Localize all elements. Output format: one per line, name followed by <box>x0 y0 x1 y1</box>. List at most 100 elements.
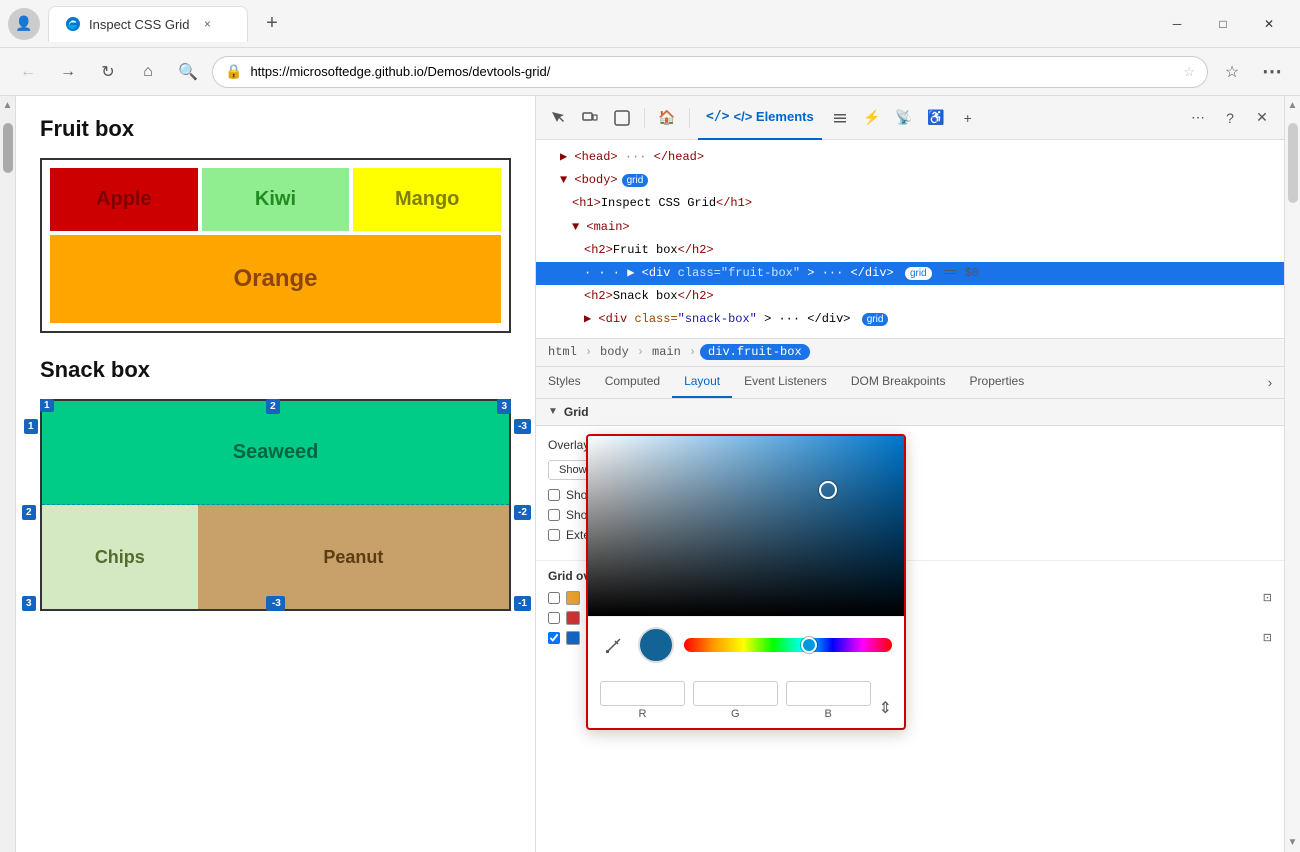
tab-computed[interactable]: Computed <box>593 366 672 398</box>
fruit-box-color-swatch[interactable] <box>566 611 580 625</box>
grid-section-header[interactable]: ▼ Grid <box>536 399 1284 426</box>
more-tools-button[interactable]: ⋯ <box>1184 104 1212 132</box>
dom-line-snack-div[interactable]: ▶ <div class="snack-box" > ··· </div> gr… <box>536 308 1284 331</box>
color-gradient-area[interactable] <box>588 436 904 616</box>
search-button[interactable]: 🔍 <box>172 56 204 88</box>
url-input[interactable] <box>250 64 1175 79</box>
color-mode-arrows[interactable]: ⇕ <box>879 698 892 718</box>
devtools-scrollbar[interactable]: ▲ ▼ <box>1284 96 1300 852</box>
grid-num-2-left: 2 <box>22 505 36 520</box>
favorites-button[interactable]: ☆ <box>1216 56 1248 88</box>
g-input-group: 99 G <box>693 681 778 720</box>
hue-thumb[interactable] <box>801 637 817 653</box>
browser-tab[interactable]: Inspect CSS Grid × <box>48 6 248 42</box>
color-picker-circle[interactable] <box>819 481 837 499</box>
grid-section-triangle: ▼ <box>548 406 558 417</box>
hue-slider-container <box>684 638 892 652</box>
breadcrumb-body[interactable]: body <box>596 344 633 360</box>
window-controls: ─ □ ✕ <box>1154 8 1292 40</box>
console-button[interactable] <box>608 104 636 132</box>
new-tab-button[interactable]: + <box>256 8 288 40</box>
chips-cell: Chips <box>42 505 198 609</box>
eyedropper-button[interactable] <box>600 631 628 659</box>
dom-line-main[interactable]: ▼ <main> <box>536 216 1284 239</box>
tabs-more-button[interactable]: › <box>1256 368 1284 396</box>
snack-box-overlay-icon[interactable]: ⊡ <box>1263 631 1272 644</box>
devtools-tabs: Styles Computed Layout Event Listeners D… <box>536 367 1284 399</box>
dt-scroll-down-arrow[interactable]: ▼ <box>1288 837 1298 848</box>
content-area: ▲ Fruit box Apple Kiwi Mango Orange Snac… <box>0 96 1300 852</box>
show-track-sizes-checkbox[interactable] <box>548 489 560 501</box>
device-toolbar-button[interactable] <box>576 104 604 132</box>
tab-event-listeners[interactable]: Event Listeners <box>732 366 839 398</box>
add-panel-button[interactable]: + <box>954 104 982 132</box>
back-button[interactable]: ← <box>12 56 44 88</box>
performance-button[interactable]: ⚡ <box>858 104 886 132</box>
left-scrollbar[interactable]: ▲ <box>0 96 16 852</box>
snack-box-color-swatch[interactable] <box>566 631 580 645</box>
elements-panel-button[interactable]: </> </> Elements <box>698 96 822 140</box>
tab-layout[interactable]: Layout <box>672 366 732 398</box>
apple-cell: Apple <box>50 168 198 231</box>
maximize-button[interactable]: □ <box>1200 8 1246 40</box>
tab-styles[interactable]: Styles <box>536 366 593 398</box>
devtools-close-button[interactable]: ✕ <box>1248 104 1276 132</box>
refresh-button[interactable]: ↻ <box>92 56 124 88</box>
close-button[interactable]: ✕ <box>1246 8 1292 40</box>
network-button[interactable] <box>826 104 854 132</box>
seaweed-cell: Seaweed <box>42 401 509 505</box>
dt-scroll-thumb[interactable] <box>1288 123 1298 203</box>
accessibility-button[interactable]: ♿ <box>922 104 950 132</box>
fruit-box-overlay-checkbox[interactable] <box>548 612 560 624</box>
console-icon <box>614 110 630 126</box>
sources-button[interactable]: 📡 <box>890 104 918 132</box>
r-value-input[interactable]: 19 <box>600 681 685 706</box>
fruit-box-grid: Apple Kiwi Mango Orange <box>40 158 511 333</box>
help-button[interactable]: ? <box>1216 104 1244 132</box>
address-bar[interactable]: 🔒 ☆ <box>212 56 1208 88</box>
snack-box-overlay-checkbox[interactable] <box>548 632 560 644</box>
inspect-element-button[interactable] <box>544 104 572 132</box>
extend-grid-lines-checkbox[interactable] <box>548 529 560 541</box>
g-value-input[interactable]: 99 <box>693 681 778 706</box>
device-icon <box>582 110 598 126</box>
show-area-names-checkbox[interactable] <box>548 509 560 521</box>
g-label: G <box>731 708 740 720</box>
home-devtools-button[interactable]: 🏠 <box>653 104 681 132</box>
toolbar-separator <box>644 108 645 128</box>
tab-dom-breakpoints[interactable]: DOM Breakpoints <box>839 366 958 398</box>
breadcrumb-main[interactable]: main <box>648 344 685 360</box>
breadcrumb-html[interactable]: html <box>544 344 581 360</box>
dom-line-h2-snack[interactable]: <h2>Snack box</h2> <box>536 285 1284 308</box>
b-label: B <box>824 708 831 720</box>
more-button[interactable]: ⋯ <box>1256 56 1288 88</box>
dt-scroll-up-arrow[interactable]: ▲ <box>1288 100 1298 111</box>
dom-line-h2-fruit[interactable]: <h2>Fruit box</h2> <box>536 239 1284 262</box>
body-overlay-checkbox[interactable] <box>548 592 560 604</box>
tab-properties[interactable]: Properties <box>958 366 1037 398</box>
breadcrumb-div-fruit-box[interactable]: div.fruit-box <box>700 344 810 360</box>
fav-icon[interactable]: ☆ <box>1183 64 1195 80</box>
minimize-button[interactable]: ─ <box>1154 8 1200 40</box>
navigation-bar: ← → ↻ ⌂ 🔍 🔒 ☆ ☆ ⋯ <box>0 48 1300 96</box>
forward-button[interactable]: → <box>52 56 84 88</box>
webpage-content: Fruit box Apple Kiwi Mango Orange Snack … <box>16 96 536 852</box>
snack-box-grid: Seaweed Chips Peanut <box>42 401 509 609</box>
tab-close-button[interactable]: × <box>197 14 217 34</box>
elements-icon: </> <box>706 109 729 124</box>
body-color-swatch[interactable] <box>566 591 580 605</box>
body-overlay-icon[interactable]: ⊡ <box>1263 591 1272 604</box>
color-preview-circle[interactable] <box>638 627 674 663</box>
dom-line-h1[interactable]: <h1>Inspect CSS Grid</h1> <box>536 192 1284 215</box>
user-avatar[interactable]: 👤 <box>8 8 40 40</box>
dom-line-fruit-div[interactable]: · · · ▶ <div class="fruit-box" > ··· </d… <box>536 262 1284 285</box>
grid-badge-fruit: grid <box>905 267 932 280</box>
dom-line-head[interactable]: ▶ <head> ··· </head> <box>536 146 1284 169</box>
dom-line-body[interactable]: ▼ <body>grid <box>536 169 1284 192</box>
scroll-thumb[interactable] <box>3 123 13 173</box>
hue-slider[interactable] <box>684 638 892 652</box>
edge-favicon <box>65 16 81 32</box>
home-button[interactable]: ⌂ <box>132 56 164 88</box>
b-value-input[interactable]: 150 <box>786 681 871 706</box>
scroll-up-arrow[interactable]: ▲ <box>3 96 13 115</box>
